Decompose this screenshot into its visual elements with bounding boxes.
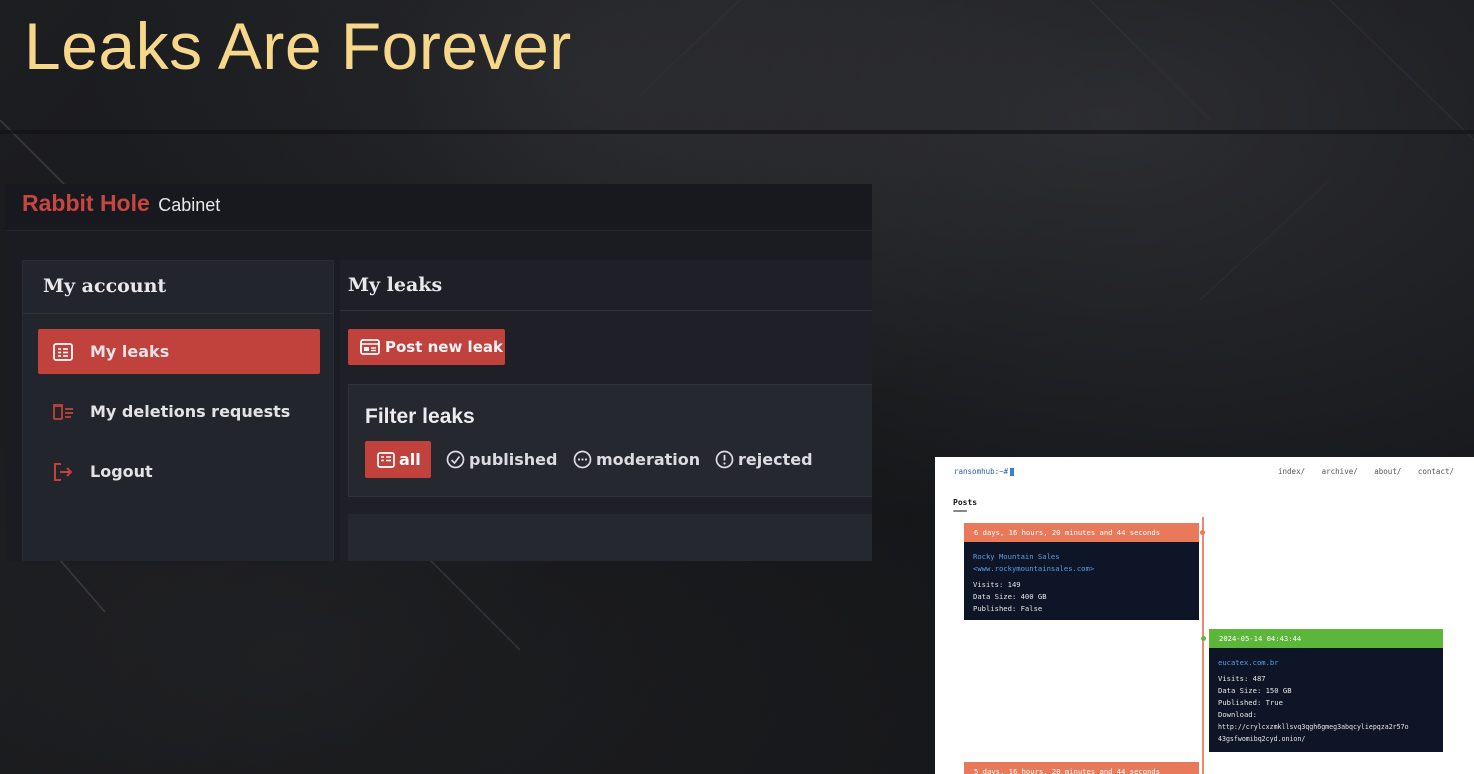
card-data-size: Data Size: 150 GB: [1218, 686, 1292, 695]
main-divider: [340, 310, 872, 311]
card-date: 2024-05-14 04:43:44: [1209, 629, 1443, 648]
post-card-rocky-mountain[interactable]: 6 days, 16 hours, 20 minutes and 44 seco…: [964, 523, 1199, 620]
brand-name: Rabbit Hole: [22, 190, 150, 216]
prompt-text: ransomhub:~#: [954, 467, 1009, 476]
card-company-name[interactable]: Rocky Mountain Sales: [973, 551, 1190, 563]
nav-link-contact[interactable]: contact/: [1418, 467, 1454, 476]
filter-published-tab[interactable]: published: [446, 441, 557, 478]
card-body: Rocky Mountain Sales <www.rockymountains…: [964, 542, 1199, 615]
list-icon: [52, 341, 74, 363]
post-card-eucatex[interactable]: 2024-05-14 04:43:44 eucatex.com.br Visit…: [1209, 629, 1443, 752]
sidebar-title: My account: [43, 275, 167, 297]
filter-all-label: all: [399, 450, 421, 469]
ransomhub-site-screenshot: ransomhub:~# index/ archive/ about/ cont…: [935, 457, 1474, 774]
card-download-label: Download:: [1218, 710, 1257, 719]
leaks-list-area: [348, 514, 872, 561]
card-data-size: Data Size: 400 GB: [973, 592, 1047, 601]
filter-leaks-box: Filter leaks all published moderation re…: [348, 384, 872, 497]
dots-circle-icon: [573, 450, 592, 469]
exclamation-circle-icon: [715, 450, 734, 469]
rabbit-hole-cabinet-screenshot: Rabbit Hole Cabinet My account My leaks …: [6, 184, 872, 561]
post-new-leak-label: Post new leak: [385, 338, 503, 356]
sidebar-item-label: My leaks: [90, 342, 170, 361]
card-body: eucatex.com.br Visits: 487 Data Size: 15…: [1209, 648, 1443, 745]
sidebar-item-my-leaks[interactable]: My leaks: [38, 329, 320, 374]
cursor-block: [1010, 468, 1015, 476]
card-visits: Visits: 149: [973, 580, 1021, 589]
card-countdown: 5 days, 16 hours, 20 minutes and 44 seco…: [964, 762, 1199, 774]
site-nav: index/ archive/ about/ contact/: [1266, 467, 1454, 476]
card-published: Published: True: [1218, 698, 1283, 707]
post-new-leak-button[interactable]: Post new leak: [348, 329, 505, 365]
my-leaks-panel: My leaks Post new leak Filter leaks all …: [340, 260, 872, 561]
card-company-url[interactable]: <www.rockymountainsales.com>: [973, 563, 1190, 575]
filter-published-label: published: [469, 450, 558, 469]
cabinet-header: Rabbit Hole Cabinet: [6, 184, 872, 231]
filter-rejected-label: rejected: [738, 450, 813, 469]
trash-list-icon: [52, 401, 74, 423]
filter-moderation-tab[interactable]: moderation: [573, 441, 700, 478]
card-company-name[interactable]: eucatex.com.br: [1218, 657, 1434, 669]
form-icon: [360, 339, 380, 355]
terminal-prompt: ransomhub:~#: [954, 467, 1015, 476]
posts-heading: Posts: [953, 498, 978, 507]
timeline-dot: [1201, 636, 1206, 641]
slide-title: Leaks Are Forever: [24, 9, 572, 83]
logout-icon: [52, 461, 74, 483]
account-sidebar: My account My leaks My deletions request…: [22, 260, 334, 561]
filter-rejected-tab[interactable]: rejected: [715, 441, 813, 478]
posts-heading-underline: =====: [953, 508, 967, 515]
filter-moderation-label: moderation: [596, 450, 701, 469]
sidebar-item-deletion-requests[interactable]: My deletions requests: [38, 389, 320, 434]
sidebar-item-label: My deletions requests: [90, 402, 291, 421]
card-download-url-cont[interactable]: 43gsfwomibq2cyd.onion/: [1218, 733, 1434, 745]
card-download-url[interactable]: http://crylcxzmkllsvq3qgh6gmeg3abqcyliep…: [1218, 721, 1434, 733]
list-icon: [377, 451, 395, 468]
card-countdown: 6 days, 16 hours, 20 minutes and 44 seco…: [964, 523, 1199, 542]
sidebar-item-label: Logout: [90, 462, 153, 481]
brand-logo[interactable]: Rabbit Hole Cabinet: [22, 190, 220, 217]
sidebar-divider: [23, 313, 333, 314]
nav-link-archive[interactable]: archive/: [1322, 467, 1358, 476]
card-published: Published: False: [973, 604, 1043, 613]
filter-all-tab[interactable]: all: [365, 441, 431, 478]
timeline-line: [1202, 517, 1204, 774]
nav-link-index[interactable]: index/: [1278, 467, 1305, 476]
filter-title: Filter leaks: [365, 405, 475, 428]
post-card-partial[interactable]: 5 days, 16 hours, 20 minutes and 44 seco…: [964, 762, 1199, 774]
check-circle-icon: [446, 450, 465, 469]
brand-sub: Cabinet: [158, 195, 221, 215]
card-visits: Visits: 487: [1218, 674, 1266, 683]
sidebar-item-logout[interactable]: Logout: [38, 449, 320, 494]
page-title: My leaks: [348, 274, 443, 296]
timeline-dot: [1200, 530, 1205, 535]
nav-link-about[interactable]: about/: [1374, 467, 1401, 476]
